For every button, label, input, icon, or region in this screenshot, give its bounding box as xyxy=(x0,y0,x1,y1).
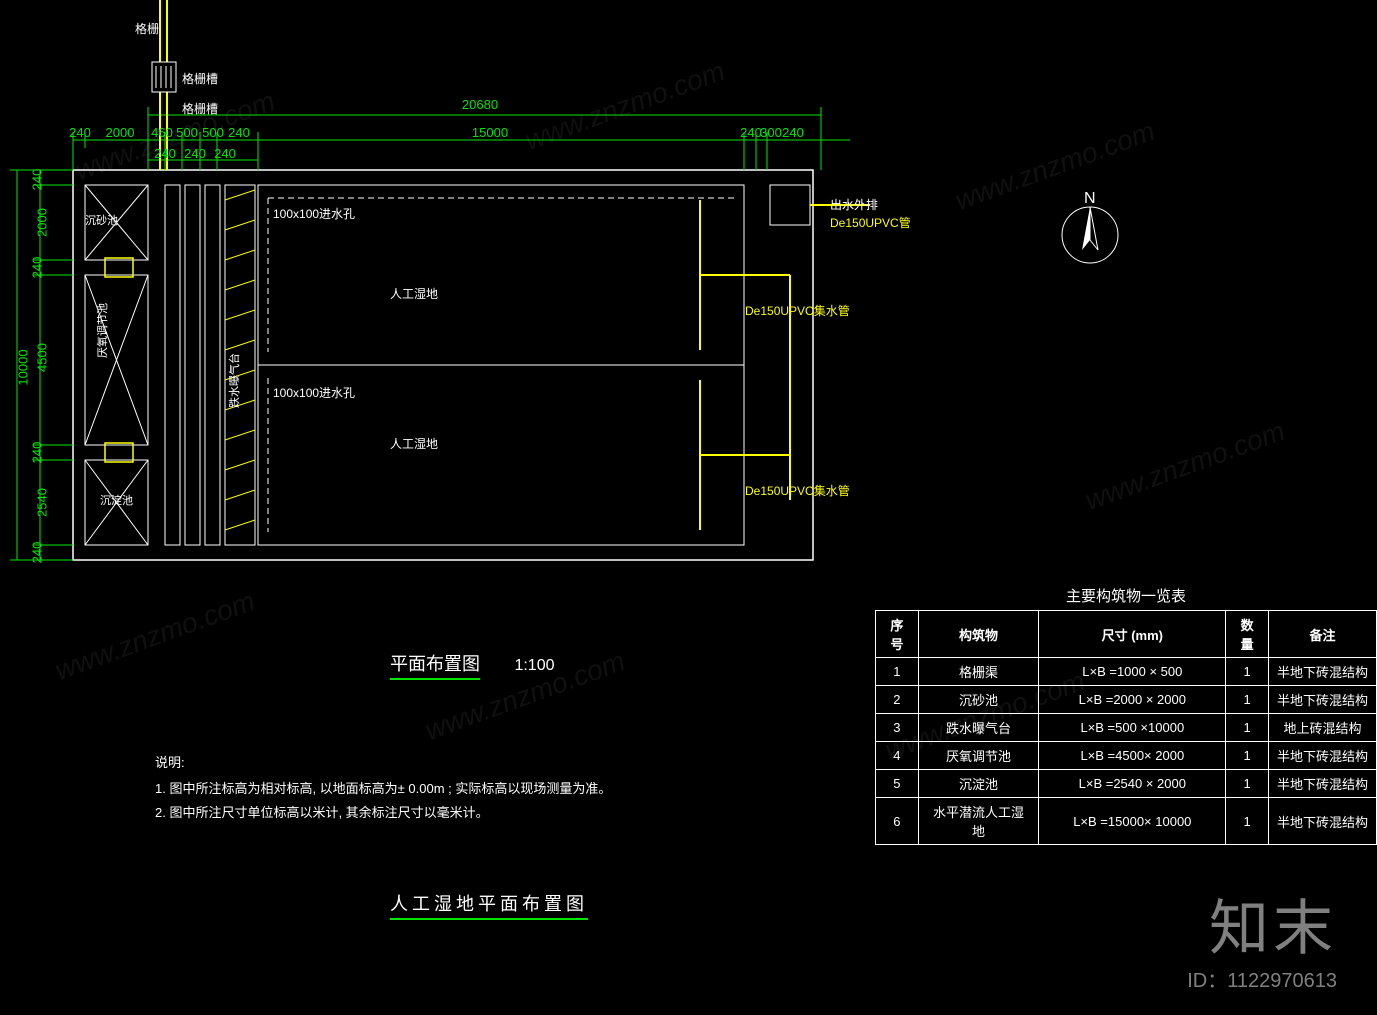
label-screen-well2: 格栅槽 xyxy=(182,100,218,117)
dim-top-5: 240 xyxy=(224,125,254,140)
table-header-row: 序号 构筑物 尺寸 (mm) 数量 备注 xyxy=(876,611,1377,658)
label-upvc-1: De150UPVC集水管 xyxy=(745,302,850,319)
th-2: 尺寸 (mm) xyxy=(1039,611,1226,658)
label-screen-small: 格栅 xyxy=(135,20,159,37)
dim-top-0: 240 xyxy=(65,125,95,140)
th-3: 数量 xyxy=(1226,611,1269,658)
dim-left-0: 240 xyxy=(30,165,45,195)
th-0: 序号 xyxy=(876,611,919,658)
table-title: 主要构筑物一览表 xyxy=(875,585,1377,606)
dim-left-4: 240 xyxy=(30,438,45,468)
plan-scale: 1:100 xyxy=(514,657,554,674)
label-anaerobic: 厌氧调节池 xyxy=(94,303,110,358)
label-upvc-2: De150UPVC集水管 xyxy=(745,482,850,499)
dim-top-s1: 240 xyxy=(180,146,210,161)
label-screen-well: 格栅槽 xyxy=(182,70,218,87)
dim-left-5: 2540 xyxy=(35,483,50,523)
dim-top-6: 15000 xyxy=(440,125,540,140)
note-1: 1. 图中所注标高为相对标高, 以地面标高为± 0.00m ; 实际标高以现场测… xyxy=(155,778,855,797)
plan-title: 平面布置图 xyxy=(390,650,480,680)
table-container: 主要构筑物一览表 序号 构筑物 尺寸 (mm) 数量 备注 1格栅渠L×B =1… xyxy=(875,585,1377,845)
label-outlet: 出水外排 xyxy=(830,196,878,213)
dim-top-s2: 240 xyxy=(210,146,240,161)
table-row: 5沉淀池L×B =2540 × 20001半地下砖混结构 xyxy=(876,770,1377,798)
th-4: 备注 xyxy=(1268,611,1376,658)
label-sedimentation: 沉砂池 xyxy=(85,212,118,228)
dim-left-2: 240 xyxy=(30,253,45,283)
compass-label: N xyxy=(1084,190,1096,208)
label-wetland-1: 人工湿地 xyxy=(390,285,438,302)
dim-left-3: 4500 xyxy=(35,338,50,378)
dim-top-9: 240 xyxy=(778,125,808,140)
label-upvc-pipe: De150UPVC管 xyxy=(830,214,911,231)
drawing-title: 人工湿地平面布置图 xyxy=(390,890,588,920)
dim-left-6: 240 xyxy=(30,538,45,568)
th-1: 构筑物 xyxy=(918,611,1039,658)
label-sedtank: 沉淀池 xyxy=(100,492,133,508)
label-aeration: 跌水曝气台 xyxy=(226,353,242,408)
label-hole-2: 100x100进水孔 xyxy=(273,384,355,401)
table-row: 6水平潜流人工湿地L×B =15000× 100001半地下砖混结构 xyxy=(876,798,1377,845)
label-wetland-2: 人工湿地 xyxy=(390,435,438,452)
structures-table: 序号 构筑物 尺寸 (mm) 数量 备注 1格栅渠L×B =1000 × 500… xyxy=(875,610,1377,845)
dim-overall-top: 20680 xyxy=(420,97,540,112)
dim-left-overall: 10000 xyxy=(16,343,31,393)
table-row: 3跌水曝气台L×B =500 ×100001地上砖混结构 xyxy=(876,714,1377,742)
label-hole-1: 100x100进水孔 xyxy=(273,205,355,222)
watermark-id: ID：1122970613 xyxy=(1187,964,1337,993)
table-row: 4厌氧调节池L×B =4500× 20001半地下砖混结构 xyxy=(876,742,1377,770)
table-row: 2沉砂池L×B =2000 × 20001半地下砖混结构 xyxy=(876,686,1377,714)
table-row: 1格栅渠L×B =1000 × 5001半地下砖混结构 xyxy=(876,658,1377,686)
notes-heading: 说明: xyxy=(155,752,185,771)
watermark-brand: 知末 xyxy=(1209,880,1337,967)
note-2: 2. 图中所注尺寸单位标高以米计, 其余标注尺寸以毫米计。 xyxy=(155,802,855,821)
dim-top-s0: 240 xyxy=(150,146,180,161)
dim-top-1: 2000 xyxy=(95,125,145,140)
dim-left-1: 2000 xyxy=(35,203,50,243)
